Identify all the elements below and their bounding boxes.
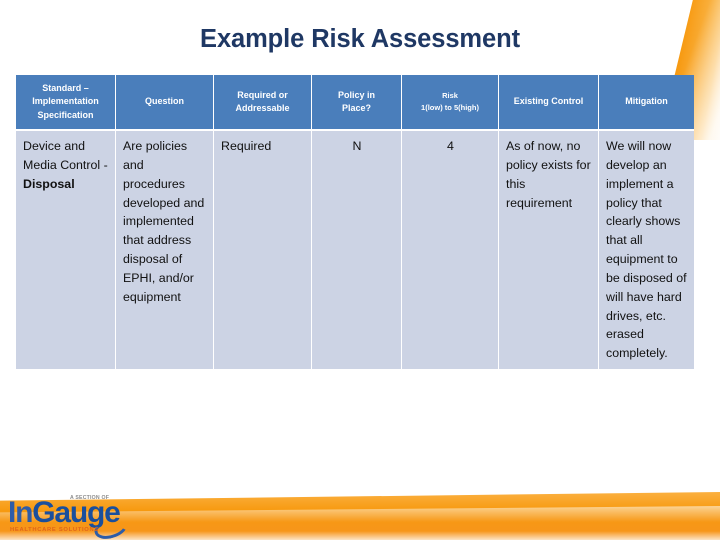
column-header-required-or-addressable: Required or Addressable: [214, 75, 311, 129]
cell-risk: 4: [402, 131, 498, 370]
header-line-1: Standard –: [42, 83, 89, 94]
header-line-3: Specification: [37, 109, 94, 120]
header-line-1: Existing Control: [513, 96, 584, 107]
table-header-row-group: Standard – Implementation Specification …: [16, 75, 694, 131]
column-header-risk: Risk 1(low) to 5(high): [402, 75, 498, 129]
cell-existing-control: As of now, no policy exists for this req…: [499, 131, 598, 370]
risk-assessment-table: Standard – Implementation Specification …: [15, 75, 695, 370]
cell-question: Are policies and procedures developed an…: [116, 131, 213, 370]
header-risk-scale: 1(low) to 5(high): [421, 102, 479, 112]
header-line-1: Question: [144, 96, 184, 107]
column-header-mitigation: Mitigation: [599, 75, 694, 129]
cell-standard: Device and Media Control - Disposal: [16, 131, 115, 370]
cell-required-or-addressable: Required: [214, 131, 311, 370]
cell-mitigation: We will now develop an implement a polic…: [599, 131, 694, 370]
standard-text: Device and Media Control -: [23, 139, 108, 172]
column-header-question: Question: [116, 75, 213, 129]
header-line-2: Addressable: [235, 103, 290, 113]
header-line-1: Required or: [237, 89, 288, 100]
header-line-2: Place?: [341, 103, 372, 113]
logo-tagline: HEALTHCARE SOLUTIONS: [10, 527, 99, 533]
header-line-1: Policy in: [337, 89, 375, 100]
company-logo: A SECTION OF InGauge HEALTHCARE SOLUTION…: [8, 494, 238, 543]
cell-policy-in-place: N: [312, 131, 401, 370]
header-line-1: Risk: [442, 90, 458, 100]
table-body: Device and Media Control - Disposal Are …: [16, 131, 694, 370]
header-line-2: Implementation: [32, 96, 99, 107]
page-title: Example Risk Assessment: [200, 25, 520, 53]
standard-emphasis: Disposal: [23, 176, 75, 191]
column-header-standard: Standard – Implementation Specification: [16, 75, 115, 129]
logo-word-in: In: [8, 496, 33, 529]
table-row: Device and Media Control - Disposal Are …: [16, 131, 694, 370]
header-line-1: Mitigation: [625, 96, 668, 107]
table-header-row: Standard – Implementation Specification …: [16, 75, 694, 129]
column-header-existing-control: Existing Control: [499, 75, 598, 129]
column-header-policy-in-place: Policy in Place?: [312, 75, 401, 129]
